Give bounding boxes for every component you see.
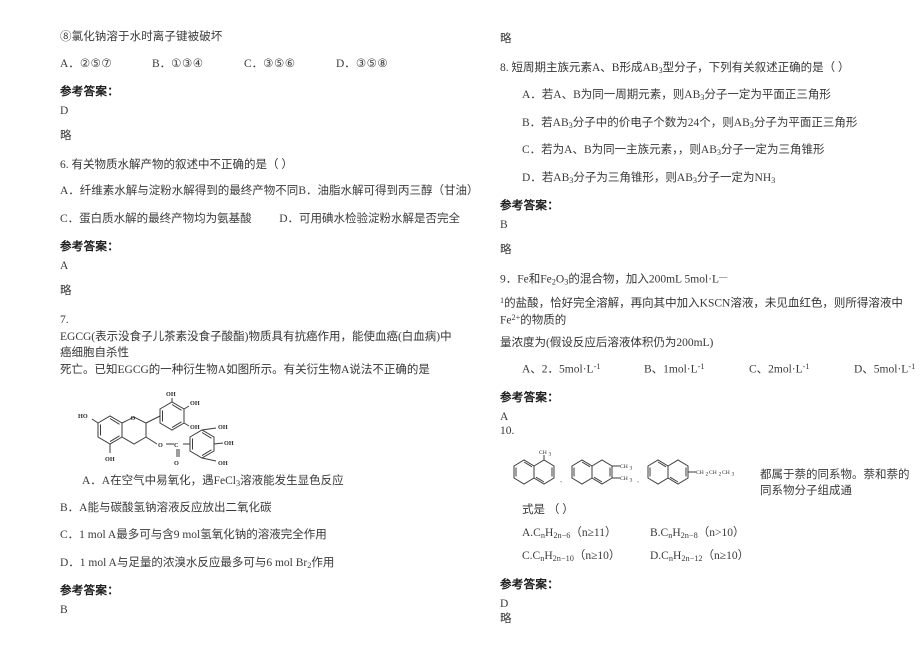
q9-option-a[interactable]: A、2．5mol·L-1 <box>522 361 644 379</box>
q7-stem-line1: EGCG(表示没食子儿茶素没食子酸酯)物质具有抗癌作用，能使血癌(白血病)中癌细… <box>60 330 452 360</box>
q8-option-a[interactable]: A．若A、B为同一周期元素，则AB3分子一定为平面正三角形 <box>500 87 920 104</box>
naphthalene-homologues-structures: CH 3 、 CH 3 CH 3 、 CH 2 CH 2 CH 3 <box>506 442 756 502</box>
q10-formula-line: 式是 （ ） <box>522 503 574 516</box>
q7-option-a[interactable]: A．A在空气中易氧化，遇FeCl3溶液能发生显色反应 <box>60 473 460 490</box>
q10-option-c[interactable]: C.CnH2n−10（n≥10） <box>522 548 650 565</box>
svg-text:CH: CH <box>722 470 730 476</box>
q7-answer-value: B <box>60 604 68 617</box>
svg-text:OH: OH <box>166 391 176 398</box>
q9-option-c[interactable]: C、2mol·L-1 <box>749 361 854 379</box>
q8-answer-value: B <box>500 219 508 231</box>
q5-answer-label: 参考答案： <box>60 85 119 98</box>
q7-option-b[interactable]: B．A能与碳酸氢钠溶液反应放出二氧化碳 <box>60 500 460 517</box>
svg-text:OH: OH <box>105 456 115 463</box>
q6-option-b[interactable]: B．油脂水解可得到丙三醇（甘油） <box>298 183 478 200</box>
svg-text:OH: OH <box>218 424 228 431</box>
q6-answer-label: 参考答案： <box>60 240 119 253</box>
svg-text:、: 、 <box>637 478 643 484</box>
q5-note: 略 <box>60 129 72 142</box>
svg-text:CH: CH <box>620 464 628 470</box>
q5-option-c[interactable]: C．③⑤⑥ <box>244 56 336 73</box>
q6-options-row-2: C．蛋白质水解的最终产物均为氨基酸 D．可用碘水检验淀粉水解是否完全 <box>60 211 460 228</box>
egcg-derivative-structure: HO OH O OH OH OH O C O OH OH OH <box>66 389 296 467</box>
q9-answer-value: A <box>500 411 509 424</box>
svg-text:OH: OH <box>224 440 234 447</box>
q10-option-d[interactable]: D.CnH2n−12（n≥10） <box>650 548 749 565</box>
q10-answer-value: D <box>500 597 509 610</box>
svg-text:、: 、 <box>560 478 566 484</box>
q6-option-a[interactable]: A．纤维素水解与淀粉水解得到的最终产物不同 <box>60 183 298 200</box>
q5-option-a[interactable]: A．②⑤⑦ <box>60 56 152 73</box>
q9-option-d[interactable]: D、5mol·L-1 <box>854 361 915 379</box>
exam-page: ⑧氯化钠溶于水时离子键被破坏 A．②⑤⑦ B．①③④ C．③⑤⑥ D．③⑤⑧ 参… <box>0 0 920 651</box>
q9-option-b[interactable]: B、1mol·L-1 <box>644 361 749 379</box>
svg-text:OH: OH <box>190 424 200 431</box>
q8-stem: 8. 短周期主族元素A、B形成AB3型分子，下列有关叙述正确的是（ ） <box>500 62 850 76</box>
q8-option-c[interactable]: C．若为A、B为同一主族元素，，则AB3分子一定为三角锥形 <box>500 142 920 159</box>
q10-number: 10. <box>500 425 515 438</box>
svg-text:O: O <box>174 460 179 467</box>
q7-stem-line2: 死亡。已知EGCG的一种衍生物A如图所示。有关衍生物A说法不正确的是 <box>60 363 430 376</box>
q9-stem-line1: 9．Fe和Fe2O3的混合物，加入200mL 5mol·L— <box>500 272 728 287</box>
q10-note: 略 <box>500 612 512 625</box>
q10-option-a[interactable]: A.CnH2n−6（n≥11） <box>522 525 650 542</box>
q10-answer-label: 参考答案： <box>500 578 559 591</box>
q9-stem-line2: 1的盐酸，恰好完全溶解，再向其中加入KSCN溶液，未见血红色，则所得溶液中Fe2… <box>500 295 903 327</box>
q5-answer-value: D <box>60 104 69 117</box>
svg-text:CH: CH <box>709 470 717 476</box>
svg-text:OH: OH <box>218 460 228 467</box>
svg-text:OH: OH <box>190 400 200 407</box>
svg-text:CH: CH <box>539 450 547 456</box>
svg-text:HO: HO <box>78 413 88 420</box>
q5-option-d[interactable]: D．③⑤⑧ <box>336 56 428 73</box>
q6-note: 略 <box>60 284 72 297</box>
svg-text:3: 3 <box>630 465 633 471</box>
q9-answer-label: 参考答案： <box>500 392 559 405</box>
q10-tail-text: 都属于萘的同系物。萘和萘的同系物分子组成通 <box>760 468 910 497</box>
q10-option-b[interactable]: B.CnH2n−8（n>10） <box>650 525 744 542</box>
q7-number: 7. <box>60 313 69 326</box>
q10-structure-row: CH 3 、 CH 3 CH 3 、 CH 2 CH 2 CH 3 都属于萘的同… <box>500 440 920 502</box>
q7-answer-label: 参考答案： <box>60 585 119 598</box>
q7-option-d[interactable]: D．1 mol A与足量的浓溴水反应最多可与6 mol Br2作用 <box>60 555 460 572</box>
q7-note-right: 略 <box>500 33 512 45</box>
q7-option-c[interactable]: C．1 mol A最多可与含9 mol氢氧化钠的溶液完全作用 <box>60 527 460 544</box>
svg-text:3: 3 <box>732 471 735 477</box>
svg-text:CH: CH <box>620 476 628 482</box>
q5-options-row: A．②⑤⑦ B．①③④ C．③⑤⑥ D．③⑤⑧ <box>60 56 460 73</box>
q8-note: 略 <box>500 244 512 256</box>
q10-options-row-2: C.CnH2n−10（n≥10） D.CnH2n−12（n≥10） <box>500 548 920 565</box>
svg-text:C: C <box>174 442 178 449</box>
q8-option-d[interactable]: D．若AB3分子为三角锥形，则AB3分子一定为NH3 <box>500 170 920 187</box>
svg-text:CH: CH <box>696 470 704 476</box>
q6-option-c[interactable]: C．蛋白质水解的最终产物均为氨基酸 <box>60 211 279 228</box>
q6-stem: 6. 有关物质水解产物的叙述中不正确的是（ ） <box>60 158 293 171</box>
q9-stem-line3: 量浓度为(假设反应后溶液体积仍为200mL) <box>500 336 714 349</box>
q10-options-row-1: A.CnH2n−6（n≥11） B.CnH2n−8（n>10） <box>500 525 920 542</box>
q6-options-row-1: A．纤维素水解与淀粉水解得到的最终产物不同 B．油脂水解可得到丙三醇（甘油） <box>60 183 478 200</box>
q9-options-row: A、2．5mol·L-1 B、1mol·L-1 C、2mol·L-1 D、5mo… <box>500 361 920 379</box>
right-column: 略 8. 短周期主族元素A、B形成AB3型分子，下列有关叙述正确的是（ ） A．… <box>500 30 920 641</box>
q5-statement-8: ⑧氯化钠溶于水时离子键被破坏 <box>60 31 223 43</box>
svg-text:O: O <box>131 415 136 422</box>
svg-text:3: 3 <box>630 477 633 483</box>
q5-option-b[interactable]: B．①③④ <box>152 56 244 73</box>
left-column: ⑧氯化钠溶于水时离子键被破坏 A．②⑤⑦ B．①③④ C．③⑤⑥ D．③⑤⑧ 参… <box>60 30 478 641</box>
q6-answer-value: A <box>60 259 69 272</box>
svg-text:3: 3 <box>549 451 552 457</box>
q8-option-b[interactable]: B．若AB3分子中的价电子个数为24个，则AB3分子为平面正三角形 <box>500 115 920 132</box>
q6-option-d[interactable]: D．可用碘水检验淀粉水解是否完全 <box>279 211 460 228</box>
q8-answer-label: 参考答案： <box>500 200 559 212</box>
svg-text:O: O <box>158 442 163 449</box>
two-column-layout: ⑧氯化钠溶于水时离子键被破坏 A．②⑤⑦ B．①③④ C．③⑤⑥ D．③⑤⑧ 参… <box>60 30 915 641</box>
